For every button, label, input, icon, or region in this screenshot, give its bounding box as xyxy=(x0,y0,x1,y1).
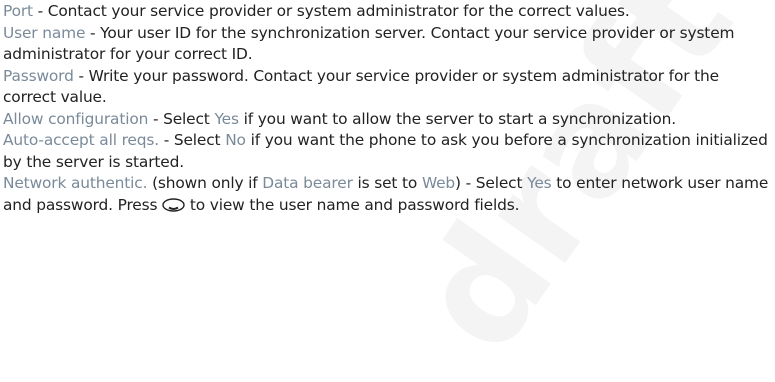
settings-item-auto-accept: Auto-accept all reqs. - Select No if you… xyxy=(3,130,773,173)
document-page: Port - Contact your service provider or … xyxy=(3,1,773,216)
description-part: - Select xyxy=(158,131,226,149)
term-allow-configuration: Allow configuration xyxy=(3,109,149,128)
term-password: Password xyxy=(3,66,74,85)
description-password: - Write your password. Contact your serv… xyxy=(3,66,719,107)
description-port: - Contact your service provider or syste… xyxy=(32,2,630,20)
option-web: Web xyxy=(421,174,456,192)
description-part: if you want to allow the server to start… xyxy=(238,109,677,128)
settings-item-network-authentic: Network authentic. (shown only if Data b… xyxy=(3,173,773,216)
option-no: No xyxy=(225,131,246,149)
term-user-name: User name xyxy=(3,23,86,42)
term-network-authentic: Network authentic. xyxy=(3,174,148,192)
setting-data-bearer: Data bearer xyxy=(262,174,353,192)
option-yes: Yes xyxy=(214,109,239,128)
description-part: (shown only if xyxy=(147,174,263,192)
description-part: is set to xyxy=(352,174,422,192)
description-part: to view the user name and password field… xyxy=(185,195,520,214)
description-part: - Select xyxy=(148,109,215,128)
settings-item-port: Port - Contact your service provider or … xyxy=(3,1,773,23)
term-auto-accept: Auto-accept all reqs. xyxy=(3,131,159,149)
settings-item-allow-configuration: Allow configuration - Select Yes if you … xyxy=(3,109,773,131)
settings-item-user-name: User name - Your user ID for the synchro… xyxy=(3,23,773,66)
description-part: ) - Select xyxy=(455,174,528,192)
scroll-key-icon xyxy=(162,197,185,212)
term-port: Port xyxy=(3,2,33,20)
description-user-name: - Your user ID for the synchronization s… xyxy=(3,23,735,64)
settings-item-password: Password - Write your password. Contact … xyxy=(3,66,773,109)
option-yes: Yes xyxy=(527,174,552,192)
